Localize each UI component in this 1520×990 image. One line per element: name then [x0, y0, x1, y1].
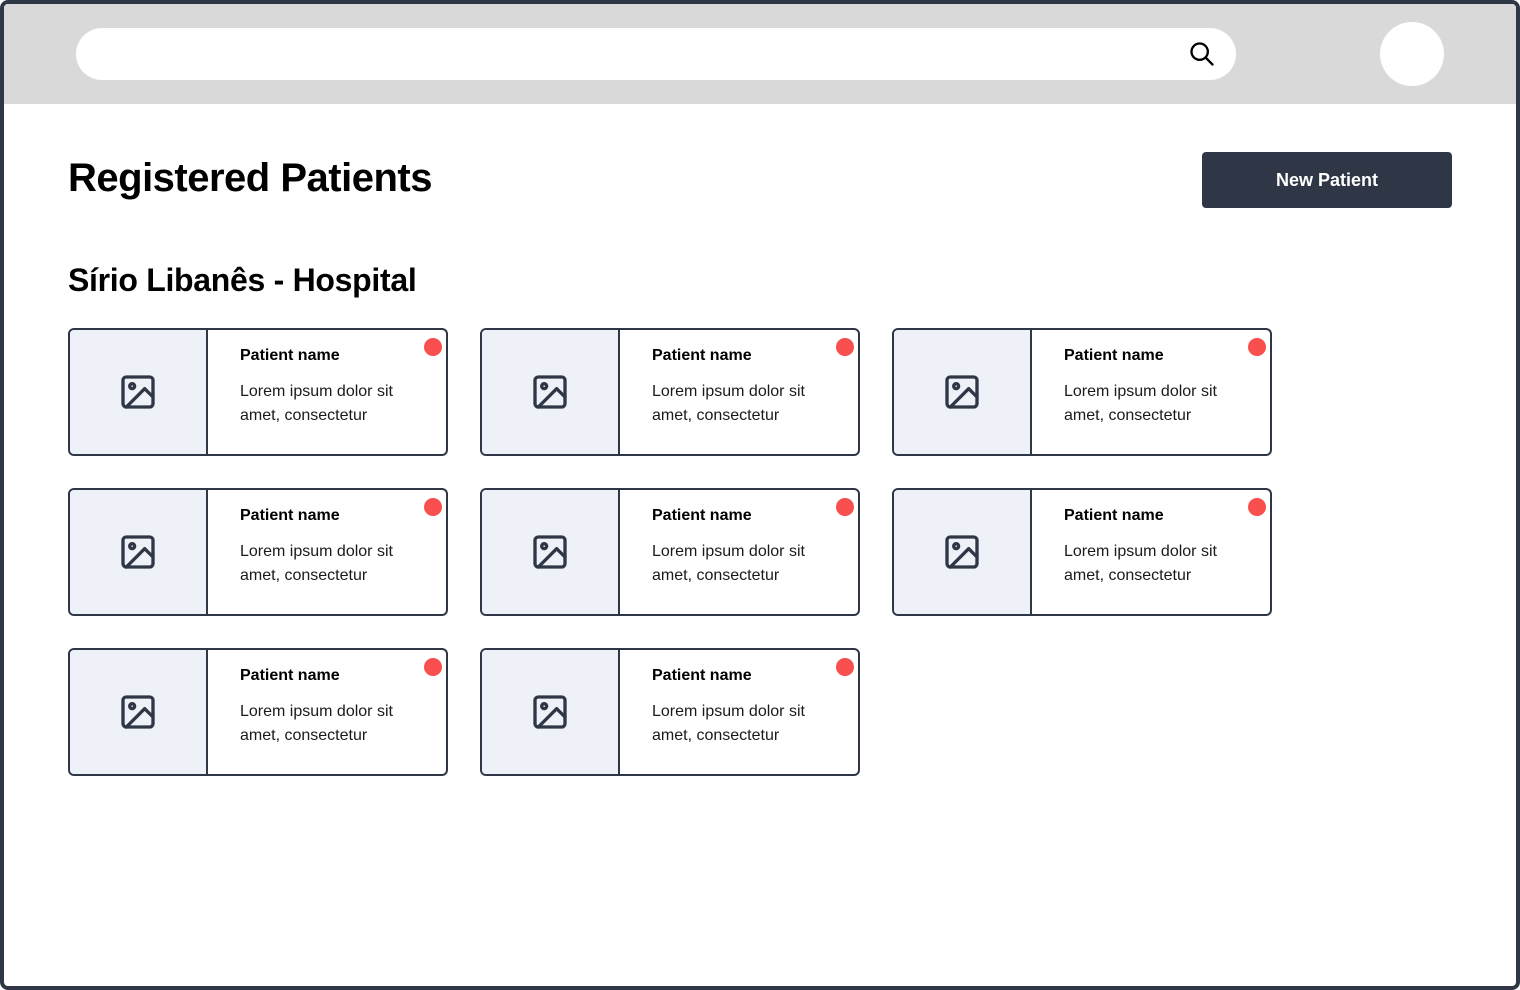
patient-info: Patient name Lorem ipsum dolor sit amet,…: [620, 330, 832, 454]
patient-card[interactable]: Patient name Lorem ipsum dolor sit amet,…: [68, 328, 448, 456]
patient-description: Lorem ipsum dolor sit amet, consectetur: [652, 383, 805, 424]
image-placeholder-icon: [533, 695, 567, 729]
avatar[interactable]: [1380, 22, 1444, 86]
patient-info: Patient name Lorem ipsum dolor sit amet,…: [1032, 330, 1244, 454]
patient-description: Lorem ipsum dolor sit amet, consectetur: [1064, 383, 1217, 424]
patient-card[interactable]: Patient name Lorem ipsum dolor sit amet,…: [480, 328, 860, 456]
patient-info: Patient name Lorem ipsum dolor sit amet,…: [208, 330, 420, 454]
patient-thumbnail: [482, 650, 620, 774]
patient-name: Patient name: [652, 347, 752, 364]
status-dot: [836, 338, 854, 356]
patient-name: Patient name: [1064, 507, 1164, 524]
section-title: Sírio Libanês - Hospital: [68, 262, 417, 298]
patient-grid: Patient name Lorem ipsum dolor sit amet,…: [68, 328, 1272, 776]
patient-thumbnail: [70, 490, 208, 614]
patient-description: Lorem ipsum dolor sit amet, consectetur: [652, 703, 805, 744]
status-dot: [424, 338, 442, 356]
patient-thumbnail: [894, 330, 1032, 454]
image-placeholder-icon: [945, 535, 979, 569]
image-placeholder-icon: [121, 375, 155, 409]
image-placeholder-icon: [533, 535, 567, 569]
patient-name: Patient name: [652, 507, 752, 524]
status-dot: [424, 658, 442, 676]
patient-thumbnail: [70, 650, 208, 774]
patient-description: Lorem ipsum dolor sit amet, consectetur: [1064, 543, 1217, 584]
patient-info: Patient name Lorem ipsum dolor sit amet,…: [620, 650, 832, 774]
patient-description: Lorem ipsum dolor sit amet, consectetur: [240, 703, 393, 744]
search-bar[interactable]: [76, 28, 1236, 82]
patient-info: Patient name Lorem ipsum dolor sit amet,…: [208, 650, 420, 774]
new-patient-button[interactable]: New Patient: [1202, 152, 1452, 208]
patient-name: Patient name: [240, 347, 340, 364]
patient-card[interactable]: Patient name Lorem ipsum dolor sit amet,…: [68, 488, 448, 616]
patient-card[interactable]: Patient name Lorem ipsum dolor sit amet,…: [480, 648, 860, 776]
patient-thumbnail: [70, 330, 208, 454]
patient-info: Patient name Lorem ipsum dolor sit amet,…: [1032, 490, 1244, 614]
image-placeholder-icon: [533, 375, 567, 409]
patient-description: Lorem ipsum dolor sit amet, consectetur: [240, 383, 393, 424]
patient-info: Patient name Lorem ipsum dolor sit amet,…: [620, 490, 832, 614]
patient-card[interactable]: Patient name Lorem ipsum dolor sit amet,…: [892, 328, 1272, 456]
patient-thumbnail: [482, 330, 620, 454]
search-input[interactable]: [96, 28, 1180, 82]
search-icon[interactable]: [1188, 40, 1216, 68]
patient-thumbnail: [894, 490, 1032, 614]
patient-description: Lorem ipsum dolor sit amet, consectetur: [652, 543, 805, 584]
patient-name: Patient name: [240, 507, 340, 524]
app-window: Registered Patients New Patient Sírio Li…: [0, 0, 1520, 990]
patient-thumbnail: [482, 490, 620, 614]
image-placeholder-icon: [945, 375, 979, 409]
status-dot: [1248, 338, 1266, 356]
patient-name: Patient name: [1064, 347, 1164, 364]
top-bar: [4, 4, 1516, 104]
image-placeholder-icon: [121, 535, 155, 569]
status-dot: [424, 498, 442, 516]
status-dot: [836, 658, 854, 676]
patient-card[interactable]: Patient name Lorem ipsum dolor sit amet,…: [892, 488, 1272, 616]
patient-name: Patient name: [652, 667, 752, 684]
patient-info: Patient name Lorem ipsum dolor sit amet,…: [208, 490, 420, 614]
status-dot: [1248, 498, 1266, 516]
page-title: Registered Patients: [68, 156, 432, 200]
image-placeholder-icon: [121, 695, 155, 729]
patient-card[interactable]: Patient name Lorem ipsum dolor sit amet,…: [480, 488, 860, 616]
patient-card[interactable]: Patient name Lorem ipsum dolor sit amet,…: [68, 648, 448, 776]
patient-name: Patient name: [240, 667, 340, 684]
status-dot: [836, 498, 854, 516]
patient-description: Lorem ipsum dolor sit amet, consectetur: [240, 543, 393, 584]
